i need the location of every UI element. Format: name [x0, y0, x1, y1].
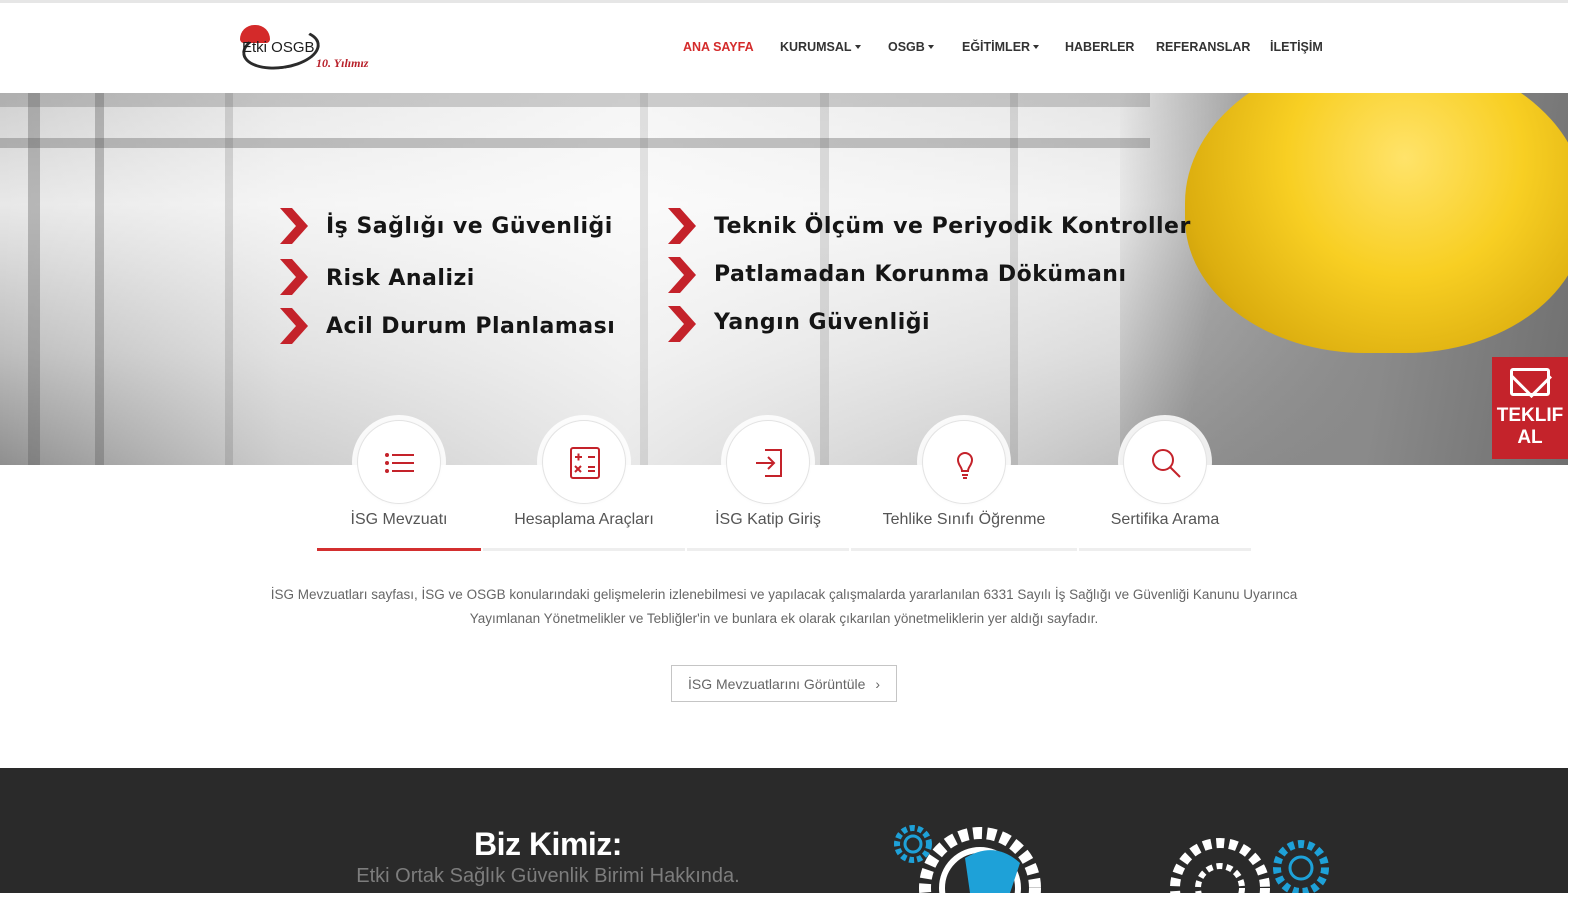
tab-isg-mevzuati[interactable]: İSG Mevzuatı: [317, 420, 481, 552]
nav-osgb[interactable]: OSGB: [888, 40, 934, 54]
chevron-right-icon: [668, 208, 696, 244]
tab-isg-katip-giris[interactable]: İSG Katip Giriş: [687, 420, 849, 552]
chevron-right-icon: [668, 257, 696, 293]
logo-anniversary: 10. Yılımız: [316, 56, 369, 70]
site-header: Etki OSGB 10. Yılımız ANA SAYFA KURUMSAL…: [0, 3, 1568, 93]
tab-icon-circle: [922, 420, 1006, 504]
tab-label: Hesaplama Araçları: [514, 511, 654, 528]
list-icon: [385, 453, 414, 473]
tab-description: İSG Mevzuatları sayfası, İSG ve OSGB kon…: [240, 583, 1328, 631]
service-item: İş Sağlığı ve Güvenliği: [326, 214, 613, 239]
caret-down-icon: [854, 44, 861, 49]
nav-label: ANA SAYFA: [683, 40, 754, 54]
tab-sertifika-arama[interactable]: Sertifika Arama: [1079, 420, 1251, 552]
hero-column: [640, 93, 648, 465]
hero-column: [225, 93, 233, 465]
nav-label: HABERLER: [1065, 40, 1135, 54]
tab-label: İSG Mevzuatı: [350, 511, 448, 528]
tab-underline: [687, 548, 849, 551]
chevron-right-icon: [280, 308, 308, 344]
service-item: Patlamadan Korunma Dökümanı: [714, 262, 1127, 287]
chevron-right-icon: [668, 306, 696, 342]
gear-icon: [894, 825, 932, 863]
nav-ana-sayfa[interactable]: ANA SAYFA: [683, 40, 754, 54]
site-logo[interactable]: Etki OSGB 10. Yılımız: [238, 23, 383, 75]
gear-icon: [919, 827, 1041, 893]
hero-column: [95, 93, 104, 465]
hero-beam: [0, 93, 1150, 107]
service-item: Acil Durum Planlaması: [326, 314, 616, 339]
nav-egitimler[interactable]: EĞİTİMLER: [962, 40, 1040, 54]
calculator-icon: [570, 447, 600, 479]
tab-underline: [317, 548, 481, 551]
chevron-right-icon: [280, 208, 308, 244]
about-section: Biz Kimiz: Etki Ortak Sağlık Güvenlik Bi…: [0, 768, 1568, 893]
tab-icon-circle: [1123, 420, 1207, 504]
description-line: Yayımlanan Yönetmelikler ve Tebliğler'in…: [469, 611, 1099, 626]
tab-label: İSG Katip Giriş: [715, 511, 821, 528]
gears-illustration: [894, 825, 1329, 893]
nav-kurumsal[interactable]: KURUMSAL: [780, 40, 861, 54]
nav-haberler[interactable]: HABERLER: [1065, 40, 1134, 54]
view-mevzuat-button[interactable]: İSG Mevzuatlarını Görüntüle ›: [671, 665, 897, 702]
gear-icon: [1273, 840, 1329, 893]
nav-label: OSGB: [888, 40, 925, 54]
button-label: İSG Mevzuatlarını Görüntüle: [688, 676, 866, 692]
tab-underline: [483, 548, 685, 551]
tab-icon-circle: [726, 420, 810, 504]
lightbulb-icon: [956, 452, 974, 479]
service-item: Yangın Güvenliği: [714, 310, 931, 335]
caret-down-icon: [927, 44, 934, 49]
tab-tehlike-sinifi[interactable]: Tehlike Sınıfı Öğrenme: [851, 420, 1077, 552]
teklif-al-button[interactable]: TEKLIF AL: [1492, 357, 1568, 459]
chevron-right-icon: [280, 259, 308, 295]
quick-links-tabs: İSG Mevzuatı Hesaplama Araçları İSG Kati…: [317, 420, 1251, 552]
tab-label: Sertifika Arama: [1110, 511, 1220, 528]
nav-label: İLETİŞİM: [1270, 40, 1323, 54]
service-item: Teknik Ölçüm ve Periyodik Kontroller: [714, 214, 1191, 239]
gear-icon: [1170, 838, 1270, 893]
hero-banner: İş Sağlığı ve Güvenliği Risk Analizi Aci…: [0, 93, 1568, 465]
tab-hesaplama-araclari[interactable]: Hesaplama Araçları: [483, 420, 685, 552]
logo-text: Etki OSGB: [242, 39, 315, 56]
chevron-right-icon: ›: [875, 676, 880, 692]
caret-down-icon: [1033, 44, 1040, 49]
login-icon: [756, 449, 782, 477]
tab-icon-circle: [357, 420, 441, 504]
hero-beam: [0, 138, 1150, 148]
service-item: Risk Analizi: [326, 266, 475, 291]
tab-underline: [1079, 548, 1251, 551]
tab-underline: [851, 548, 1077, 551]
nav-label: REFERANSLAR: [1156, 40, 1251, 54]
nav-label: EĞİTİMLER: [962, 40, 1031, 54]
hero-column: [28, 93, 40, 465]
tab-label: Tehlike Sınıfı Öğrenme: [882, 511, 1046, 528]
description-line: İSG Mevzuatları sayfası, İSG ve OSGB kon…: [270, 587, 1298, 602]
search-icon: [1152, 449, 1181, 478]
teklif-label: TEKLIF AL: [1496, 405, 1564, 448]
hardhat-image: [1185, 93, 1568, 353]
nav-label: KURUMSAL: [780, 40, 852, 54]
nav-iletisim[interactable]: İLETİŞİM: [1270, 40, 1323, 54]
mail-icon: [1510, 368, 1550, 396]
nav-referanslar[interactable]: REFERANSLAR: [1156, 40, 1250, 54]
tab-icon-circle: [542, 420, 626, 504]
